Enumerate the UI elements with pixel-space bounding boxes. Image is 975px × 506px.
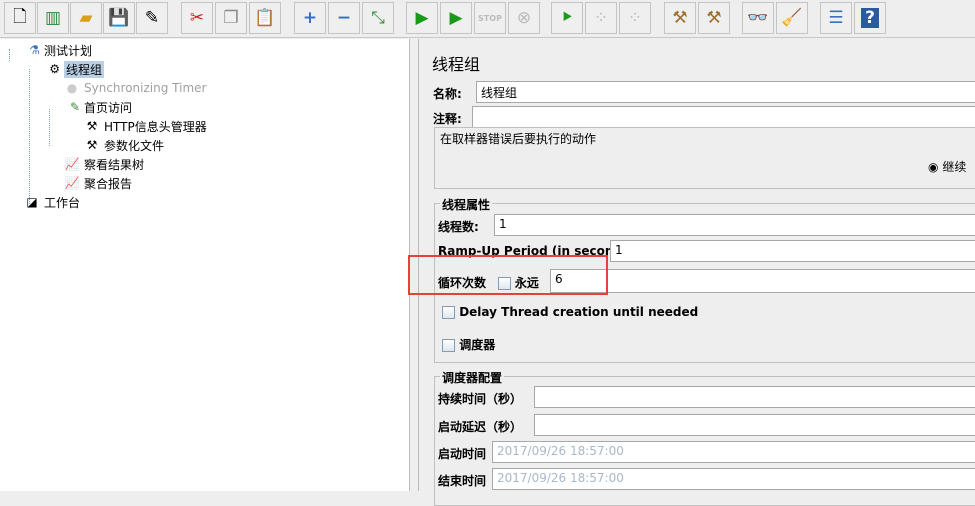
shutdown-icon: ⊗ (516, 8, 532, 28)
comment-input[interactable] (472, 106, 975, 128)
gear-icon: ⚙ (49, 62, 60, 76)
rampup-input[interactable]: 1 (610, 240, 975, 262)
help-button[interactable]: ? (854, 2, 886, 34)
copy-button[interactable]: ❐ (215, 2, 247, 34)
paste-button[interactable]: 📋 (249, 2, 281, 34)
tree-item-workbench[interactable]: ◪ 工作台 (24, 193, 80, 211)
templates-icon: ▥ (44, 8, 62, 28)
templates-button[interactable]: ▥ (37, 2, 69, 34)
continue-radio[interactable]: ◉ 继续 (928, 158, 966, 175)
sampler-icon: ✎ (69, 100, 80, 114)
stop-button[interactable]: STOP (474, 2, 506, 34)
function-helper-button[interactable]: ☰ (820, 2, 852, 34)
toggle-icon: ⤡ (371, 8, 385, 28)
duration-label: 持续时间（秒） (438, 392, 523, 406)
start-time-input[interactable]: 2017/09/26 18:57:00 (492, 441, 975, 463)
new-button[interactable]: 🗋 (4, 2, 36, 34)
duration-input[interactable] (534, 386, 975, 408)
tools-icon: ⚒ (86, 138, 98, 152)
minus-icon: − (336, 8, 352, 28)
startup-delay-input[interactable] (534, 414, 975, 436)
open-button[interactable]: ▰ (70, 2, 102, 34)
remote-start-button[interactable]: ⯈ (551, 2, 583, 34)
remote-start-icon: ⯈ (560, 8, 574, 28)
comment-label: 注释: (433, 112, 462, 126)
clipboard-icon: 📋 (254, 8, 276, 28)
delay-thread-checkbox[interactable]: Delay Thread creation until needed (442, 305, 698, 319)
broom-all-icon: ⚒ (706, 8, 722, 28)
workbench-icon: ◪ (26, 195, 38, 209)
scissors-icon: ✂ (189, 8, 205, 28)
startup-delay-label: 启动延迟（秒） (438, 420, 523, 434)
tree-item-test-plan[interactable]: ⚗ 测试计划 (4, 41, 92, 59)
copy-icon: ❐ (223, 8, 239, 28)
save-button[interactable]: 💾 (103, 2, 135, 34)
binoculars-icon: 👓 (747, 8, 769, 28)
remote-stop-all-button[interactable]: ⁘ (619, 2, 651, 34)
start-no-pauses-button[interactable]: ▶ (440, 2, 472, 34)
scheduler-checkbox[interactable]: 调度器 (442, 336, 495, 353)
shutdown-button[interactable]: ⊗ (508, 2, 540, 34)
tree-item-view-results-tree[interactable]: 📈 察看结果树 (64, 155, 145, 173)
checkbox-icon (442, 306, 455, 319)
thread-group-panel: 线程组 名称: 线程组 注释: 在取样器错误后要执行的动作 ◉ 继续 线程属性 … (408, 39, 975, 506)
loop-count-input[interactable]: 6 (550, 269, 975, 293)
folder-icon: ▰ (79, 8, 93, 28)
play-no-pause-icon: ▶ (449, 8, 463, 28)
timer-icon: ● (66, 81, 78, 95)
panel-title: 线程组 (432, 55, 481, 74)
threads-label: 线程数: (438, 220, 479, 234)
play-icon: ▶ (415, 8, 429, 28)
threads-input[interactable]: 1 (494, 214, 975, 236)
end-time-label: 结束时间 (438, 474, 487, 488)
clear-button[interactable]: ⚒ (664, 2, 696, 34)
remote-stop-all-icon: ⁘ (627, 8, 643, 28)
save-icon: 💾 (108, 8, 130, 28)
collapse-button[interactable]: − (328, 2, 360, 34)
tree-item-synchronizing-timer[interactable]: ● Synchronizing Timer (64, 79, 207, 97)
search-button[interactable]: 👓 (742, 2, 774, 34)
plus-icon: + (302, 8, 318, 28)
tree-item-thread-group[interactable]: ⚙ 线程组 (24, 60, 105, 78)
error-action-title: 在取样器错误后要执行的动作 (440, 130, 597, 147)
radio-selected-icon: ◉ (928, 160, 939, 174)
tree-item-http-header-manager[interactable]: ⚒ HTTP信息头管理器 (84, 117, 207, 135)
chart-icon: 📈 (64, 157, 80, 171)
broom-icon: 🧹 (781, 8, 803, 28)
toolbar: 🗋 ▥ ▰ 💾 ✎ ✂ ❐ 📋 + − ⤡ ▶ ▶ STOP ⊗ ⯈ ⁘ ⁘ ⚒… (0, 0, 975, 38)
tree-item-homepage[interactable]: ✎ 首页访问 (44, 98, 132, 116)
highlight-box (408, 255, 608, 295)
scheduler-config-title: 调度器配置 (440, 369, 505, 386)
clear-all-button[interactable]: ⚒ (698, 2, 730, 34)
tree-item-csv-data[interactable]: ⚒ 参数化文件 (84, 136, 164, 154)
tree-item-aggregate-report[interactable]: 📈 聚合报告 (64, 174, 133, 192)
test-plan-icon: ⚗ (29, 43, 40, 57)
remote-stop-icon: ⁘ (593, 8, 609, 28)
test-plan-tree: ⚗ 测试计划 ⚙ 线程组 ● Synchronizing Timer ✎ 首页访问 ⚒ H… (0, 39, 409, 491)
name-input[interactable]: 线程组 (476, 81, 975, 103)
reset-search-button[interactable]: 🧹 (776, 2, 808, 34)
broom-icon: ⚒ (672, 8, 688, 28)
list-icon: ☰ (828, 8, 844, 28)
save-as-button[interactable]: ✎ (136, 2, 168, 34)
start-button[interactable]: ▶ (406, 2, 438, 34)
name-label: 名称: (433, 87, 462, 101)
toggle-button[interactable]: ⤡ (362, 2, 394, 34)
tools-icon: ⚒ (86, 119, 98, 133)
remote-stop-button[interactable]: ⁘ (585, 2, 617, 34)
thread-properties-title: 线程属性 (440, 196, 493, 213)
cut-button[interactable]: ✂ (181, 2, 213, 34)
checkbox-icon (442, 339, 455, 352)
start-time-label: 启动时间 (438, 447, 487, 461)
end-time-input[interactable]: 2017/09/26 18:57:00 (492, 468, 975, 490)
save-as-icon: ✎ (144, 8, 160, 28)
chart-icon: 📈 (64, 176, 80, 190)
stop-icon: STOP (478, 13, 502, 23)
new-file-icon: 🗋 (13, 6, 27, 27)
help-icon: ? (861, 8, 879, 28)
expand-button[interactable]: + (294, 2, 326, 34)
